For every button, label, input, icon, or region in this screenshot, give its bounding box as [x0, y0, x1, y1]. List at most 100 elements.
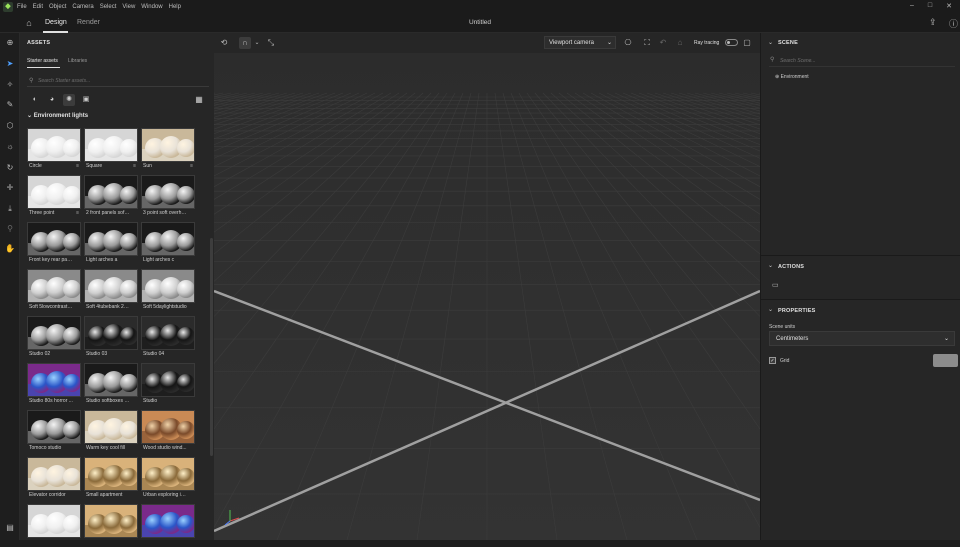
- grid-color-swatch[interactable]: [933, 354, 958, 367]
- properties-title: PROPERTIES: [778, 308, 816, 314]
- viewport[interactable]: ⟲ ∩ ⌄ ⤡ Viewport camera ⌄ ⎔ ⛶ ↶ ⌂ Ray tr…: [214, 33, 760, 540]
- viewport-toolbar: ⟲ ∩ ⌄ ⤡ Viewport camera ⌄ ⎔ ⛶ ↶ ⌂ Ray tr…: [214, 33, 760, 53]
- close-button[interactable]: ✕: [946, 2, 952, 10]
- asset-tile[interactable]: Small apartment: [84, 457, 138, 500]
- asset-label: Small apartment: [86, 492, 123, 498]
- tab-libraries[interactable]: Libraries: [68, 58, 87, 64]
- asset-tile[interactable]: 3 point soft overhe...: [141, 175, 195, 218]
- tool-rail: ⊕ ➤ ✧ ✎ ⬡ ☼ ↻ ✛ ⤓ ⚲ ✋ ▤: [0, 33, 20, 540]
- right-panel: ⌄ SCENE ⚲ Search Scene... ⊕ Environment …: [760, 33, 960, 540]
- grid-view-icon[interactable]: ▦: [193, 94, 205, 106]
- asset-thumbnail: [27, 504, 81, 538]
- model-filter-icon[interactable]: ◕: [46, 94, 58, 106]
- chevron-down-icon[interactable]: ⌄: [768, 39, 773, 46]
- menu-file[interactable]: File: [17, 4, 27, 10]
- asset-tile[interactable]: Soft 5daylightstudio: [141, 269, 195, 312]
- camera-orbit-icon[interactable]: ⎔: [622, 37, 634, 49]
- asset-label: 3 point soft overhe...: [143, 210, 187, 216]
- drop-to-ground-icon[interactable]: ⤓: [4, 203, 16, 215]
- light-filter-icon[interactable]: ✺: [63, 94, 75, 106]
- asset-tile[interactable]: Sun ≡: [141, 128, 195, 171]
- move-tool-icon[interactable]: ✛: [4, 182, 16, 194]
- pan-hand-icon[interactable]: ✋: [4, 243, 16, 255]
- adjust-icon[interactable]: ≡: [133, 163, 136, 169]
- asset-tile[interactable]: 2 front panels soft ...: [84, 175, 138, 218]
- asset-tile[interactable]: Studio 04: [141, 316, 195, 359]
- rotate-tool-icon[interactable]: ↻: [4, 162, 16, 174]
- adjust-icon[interactable]: ≡: [190, 163, 193, 169]
- assets-scrollbar[interactable]: [210, 238, 213, 456]
- render-preview-icon[interactable]: ▢: [741, 37, 753, 49]
- ray-tracing-label: Ray tracing: [694, 40, 720, 46]
- menu-view[interactable]: View: [122, 4, 135, 10]
- asset-tile[interactable]: Studio 03: [84, 316, 138, 359]
- scene-units-select[interactable]: Centimeters ⌄: [769, 331, 955, 346]
- material-filter-icon[interactable]: ◐: [29, 94, 41, 106]
- camera-pan-icon[interactable]: ⛶: [641, 37, 653, 49]
- chevron-down-icon[interactable]: ⌄: [768, 306, 773, 313]
- viewport-camera-select[interactable]: Viewport camera ⌄: [544, 36, 616, 49]
- asset-tile[interactable]: Urban exploring in...: [141, 457, 195, 500]
- adjust-icon[interactable]: ≡: [76, 163, 79, 169]
- asset-tile[interactable]: Wood studio wind...: [141, 410, 195, 453]
- menu-window[interactable]: Window: [141, 4, 162, 10]
- asset-tile[interactable]: Tomoco studio: [27, 410, 81, 453]
- menu-help[interactable]: Help: [169, 4, 181, 10]
- asset-tile[interactable]: Circle ≡: [27, 128, 81, 171]
- asset-tile[interactable]: Studio 02: [27, 316, 81, 359]
- asset-tile[interactable]: Front key rear pan...: [27, 222, 81, 265]
- bookmark-camera-icon[interactable]: ⌂: [674, 37, 686, 49]
- section-environment-lights[interactable]: ⌄ Environment lights: [27, 112, 88, 119]
- asset-tile[interactable]: Elevator corridor: [27, 457, 81, 500]
- add-icon[interactable]: ⊕: [4, 37, 16, 49]
- transform-icon[interactable]: ⟲: [218, 37, 230, 49]
- light-icon[interactable]: ☼: [4, 141, 16, 153]
- asset-tile[interactable]: Warm key cool fill: [84, 410, 138, 453]
- asset-tile[interactable]: Studio 80s horror ...: [27, 363, 81, 406]
- share-icon[interactable]: ⇪: [929, 17, 937, 28]
- asset-tile[interactable]: [27, 504, 81, 547]
- image-filter-icon[interactable]: ▣: [80, 94, 92, 106]
- tab-starter-assets[interactable]: Starter assets: [27, 58, 58, 64]
- asset-tile[interactable]: Studio: [141, 363, 195, 406]
- help-icon[interactable]: ⓘ: [949, 17, 958, 30]
- paint-brush-icon[interactable]: ✎: [4, 99, 16, 111]
- assets-search-input[interactable]: ⚲ Search Starter assets...: [27, 75, 209, 87]
- adjust-icon[interactable]: ≡: [76, 210, 79, 216]
- asset-tile[interactable]: Square ≡: [84, 128, 138, 171]
- minimize-button[interactable]: –: [910, 2, 914, 10]
- image-action-icon[interactable]: ▭: [772, 281, 779, 289]
- grid-checkbox[interactable]: ✓: [769, 357, 776, 364]
- ray-tracing-toggle[interactable]: [725, 39, 738, 46]
- asset-thumbnail: [141, 175, 195, 209]
- zoom-icon[interactable]: ⚲: [4, 223, 16, 235]
- maximize-button[interactable]: □: [928, 2, 932, 10]
- menu-edit[interactable]: Edit: [33, 4, 43, 10]
- asset-thumbnail: [84, 363, 138, 397]
- asset-thumbnail: [84, 316, 138, 350]
- asset-tile[interactable]: Studio softboxes 3...: [84, 363, 138, 406]
- asset-tile[interactable]: Three point ≡: [27, 175, 81, 218]
- chevron-down-icon[interactable]: ⌄: [251, 37, 263, 49]
- ground-grid: [214, 33, 760, 540]
- chevron-down-icon[interactable]: ⌄: [768, 262, 773, 269]
- assets-title: ASSETS: [27, 40, 51, 46]
- menu-object[interactable]: Object: [49, 4, 66, 10]
- undo-camera-icon[interactable]: ↶: [657, 37, 669, 49]
- asset-tile[interactable]: [141, 504, 195, 547]
- menu-select[interactable]: Select: [100, 4, 117, 10]
- asset-tile[interactable]: Soft 4tubebank 2b...: [84, 269, 138, 312]
- asset-tile[interactable]: [84, 504, 138, 547]
- magic-wand-icon[interactable]: ✧: [4, 79, 16, 91]
- scene-search-input[interactable]: ⚲ Search Scene...: [769, 54, 955, 67]
- scene-item-environment[interactable]: ⊕ Environment: [775, 74, 809, 80]
- asset-tile[interactable]: Light arches a: [84, 222, 138, 265]
- select-tool-icon[interactable]: ➤: [4, 58, 16, 70]
- layers-icon[interactable]: ▤: [4, 522, 16, 534]
- asset-tile[interactable]: Soft 5lowcontrastfr...: [27, 269, 81, 312]
- asset-tile[interactable]: Light arches c: [141, 222, 195, 265]
- menu-camera[interactable]: Camera: [72, 4, 93, 10]
- frame-icon[interactable]: ⤡: [265, 37, 277, 49]
- cube-icon[interactable]: ⬡: [4, 120, 16, 132]
- magnet-snap-icon[interactable]: ∩: [239, 37, 251, 49]
